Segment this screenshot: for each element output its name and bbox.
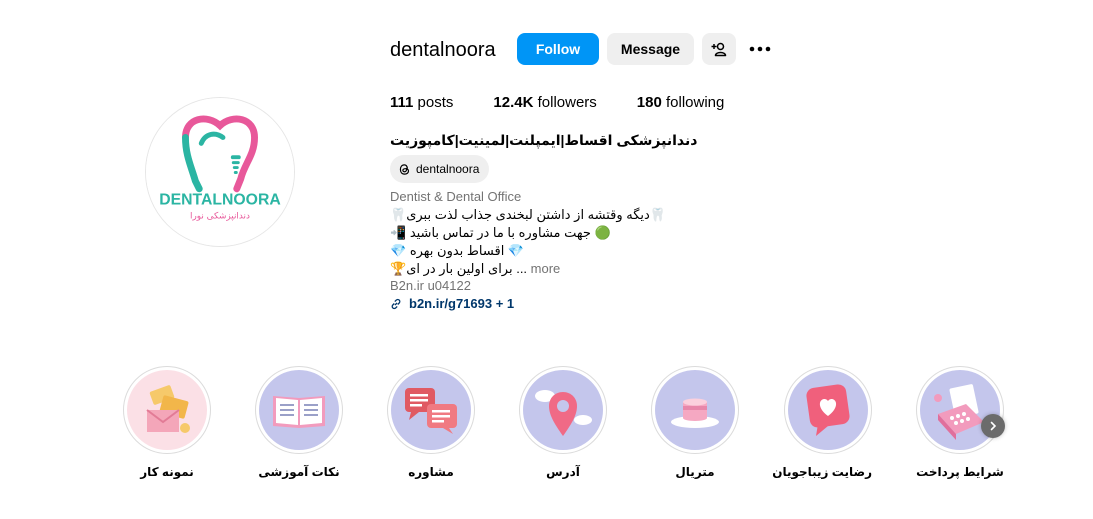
follow-button[interactable]: Follow	[517, 33, 599, 65]
highlight-educational-tips[interactable]: نکات آموزشی	[255, 366, 343, 479]
chat-bubbles-icon	[391, 370, 471, 450]
highlight-label: نکات آموزشی	[258, 465, 340, 479]
threads-icon	[399, 163, 410, 175]
profile-external-link[interactable]: b2n.ir/g71693 + 1	[390, 296, 514, 311]
highlight-label: متریال	[675, 465, 715, 479]
bio-line-4: 🏆برای اولین بار در ای ... more	[390, 260, 560, 278]
highlight-ring	[387, 366, 475, 454]
heart-message-icon	[788, 370, 868, 450]
highlight-label: شرایط پرداخت	[916, 465, 1004, 479]
followers-link[interactable]: 12.4K followers	[493, 94, 596, 112]
highlight-ring	[123, 366, 211, 454]
bio-line-4-text: 🏆برای اولین بار در ای ...	[390, 261, 528, 276]
highlight-ring	[916, 366, 1004, 454]
link-icon	[391, 298, 401, 309]
following-label: following	[666, 94, 725, 111]
highlight-label: نمونه کار	[140, 465, 194, 479]
svg-text:DENTALNOORA: DENTALNOORA	[159, 192, 280, 209]
highlight-portfolio[interactable]: نمونه کار	[123, 366, 211, 479]
chevron-right-icon	[990, 421, 997, 431]
dentalnoora-logo: DENTALNOORA دندانپزشکی نورا	[146, 98, 294, 246]
highlight-patient-satisfaction[interactable]: رضایت زیباجویان	[772, 366, 872, 479]
highlight-label: رضایت زیباجویان	[772, 465, 872, 479]
profile-username: dentalnoora	[390, 39, 496, 61]
highlight-label: آدرس	[546, 465, 580, 479]
more-options-button[interactable]	[746, 38, 774, 60]
highlight-address[interactable]: آدرس	[519, 366, 607, 479]
bio-more-link[interactable]: more	[531, 261, 561, 276]
profile-category: Dentist & Dental Office	[390, 189, 522, 204]
following-count: 180	[636, 94, 662, 111]
highlight-label: مشاوره	[408, 465, 454, 479]
bio-line-2: 📲 جهت مشاوره با ما در تماس باشید 🟢	[390, 225, 611, 240]
bio-line-3: 💎 اقساط بدون بهره 💎	[390, 243, 525, 258]
posts-label: posts	[417, 94, 454, 111]
cream-jar-icon	[655, 370, 735, 450]
calculator-icon	[920, 370, 1000, 450]
profile-stats: 111 posts 12.4K followers 180 following	[390, 94, 764, 112]
highlight-consultation[interactable]: مشاوره	[387, 366, 475, 479]
profile-avatar[interactable]: DENTALNOORA دندانپزشکی نورا	[145, 97, 295, 247]
followers-label: followers	[537, 94, 597, 111]
more-options-icon	[749, 46, 771, 52]
suggested-accounts-button[interactable]	[702, 33, 736, 65]
posts-count: 111	[390, 94, 414, 111]
highlight-ring	[255, 366, 343, 454]
highlight-ring	[784, 366, 872, 454]
envelope-icon	[127, 370, 207, 450]
threads-handle: dentalnoora	[416, 162, 480, 176]
bio-line-1: 🦷دیگه وقتشه از داشتن لبخندی جذاب لذت ببر…	[390, 207, 667, 222]
following-link[interactable]: 180 following	[637, 94, 725, 112]
profile-meta-id: B2n.ir u04122	[390, 278, 471, 293]
highlights-next-button[interactable]	[981, 414, 1005, 438]
threads-badge[interactable]: dentalnoora	[390, 155, 490, 183]
profile-link-text: b2n.ir/g71693 + 1	[409, 296, 515, 311]
location-pin-icon	[523, 370, 603, 450]
open-book-icon	[259, 370, 339, 450]
message-button[interactable]: Message	[607, 33, 694, 65]
person-add-icon	[711, 42, 727, 57]
posts-stat: 111 posts	[390, 94, 453, 112]
highlight-ring	[519, 366, 607, 454]
highlight-ring	[651, 366, 739, 454]
profile-full-name: دندانپزشکی اقساط|ایمپلنت|لمینیت|کامپوزیت	[390, 132, 698, 148]
highlight-materials[interactable]: متریال	[651, 366, 739, 479]
svg-text:دندانپزشکی نورا: دندانپزشکی نورا	[190, 211, 250, 221]
followers-count: 12.4K	[493, 94, 534, 111]
